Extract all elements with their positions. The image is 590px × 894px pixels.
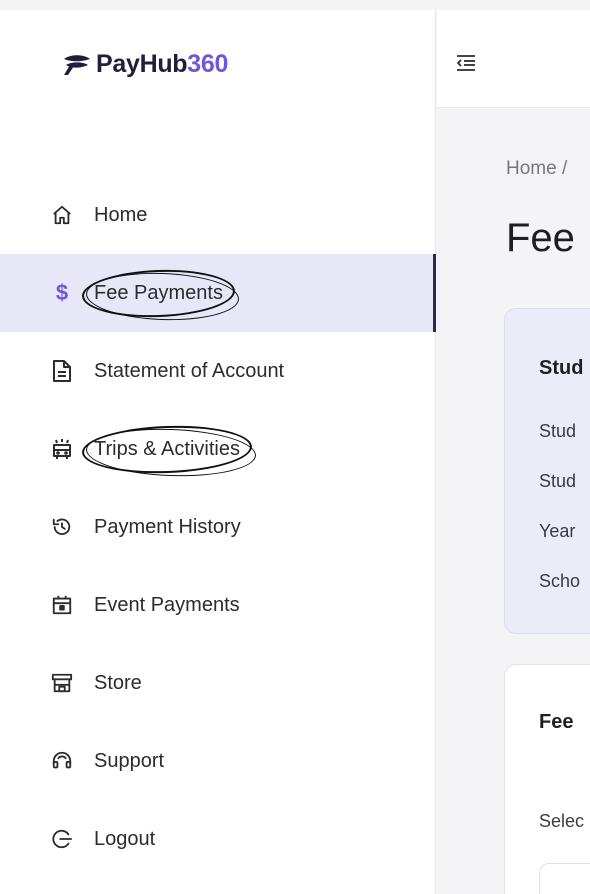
- brand-name: PayHub: [96, 50, 188, 78]
- sidebar-item-statement[interactable]: Statement of Account: [0, 332, 436, 410]
- sidebar-item-support[interactable]: Support: [0, 722, 436, 800]
- fee-select-box[interactable]: [539, 863, 590, 894]
- top-bar: [437, 10, 590, 108]
- payhub-logo-icon: [64, 54, 90, 75]
- menu-collapse-icon[interactable]: [455, 54, 477, 77]
- fee-card-title: Fee: [539, 711, 574, 733]
- student-info-row: Stud: [539, 421, 577, 441]
- brand-logo[interactable]: PayHub 360: [62, 50, 228, 79]
- app-window: PayHub 360 Home $ Fee Payments Statement …: [0, 0, 590, 894]
- store-icon: [50, 671, 74, 695]
- sidebar-item-label: Trips & Activities: [94, 437, 240, 460]
- sidebar-item-label: Statement of Account: [94, 359, 285, 382]
- student-card-title: Stud: [539, 357, 584, 379]
- sidebar-item-trips[interactable]: Trips & Activities: [0, 410, 436, 488]
- sidebar-item-fee-payments[interactable]: $ Fee Payments: [0, 254, 436, 332]
- bus-icon: [50, 437, 74, 461]
- logout-icon: [50, 827, 74, 851]
- student-info-row: Scho: [539, 571, 581, 591]
- history-icon: [50, 515, 74, 539]
- sidebar-item-home[interactable]: Home: [0, 176, 436, 254]
- sidebar-item-store[interactable]: Store: [0, 644, 436, 722]
- sidebar-item-payment-history[interactable]: Payment History: [0, 488, 436, 566]
- breadcrumb[interactable]: Home /: [506, 158, 567, 180]
- fee-card: Fee Selec: [504, 664, 590, 894]
- home-icon: [50, 203, 74, 227]
- sidebar-item-label: Home: [94, 203, 148, 226]
- student-info-card: Stud Stud Stud Year Scho: [504, 308, 590, 634]
- document-icon: [50, 359, 74, 383]
- sidebar-item-label: Support: [94, 749, 165, 772]
- brand-number: 360: [187, 50, 229, 78]
- dollar-icon: $: [55, 280, 69, 305]
- page-title: Fee: [506, 216, 575, 260]
- calendar-icon: [50, 593, 74, 617]
- sidebar: PayHub 360 Home $ Fee Payments Statement …: [0, 10, 436, 894]
- sidebar-item-event-payments[interactable]: Event Payments: [0, 566, 436, 644]
- student-info-row: Stud: [539, 471, 577, 491]
- student-info-row: Year: [539, 521, 576, 541]
- sidebar-item-label: Fee Payments: [94, 281, 223, 304]
- headset-icon: [50, 749, 74, 773]
- sidebar-item-label: Logout: [94, 827, 156, 850]
- select-label: Selec: [539, 811, 585, 831]
- sidebar-item-label: Store: [94, 671, 142, 694]
- sidebar-item-label: Payment History: [94, 515, 241, 538]
- sidebar-nav: Home $ Fee Payments Statement of Account…: [0, 176, 436, 878]
- sidebar-item-label: Event Payments: [94, 593, 240, 616]
- sidebar-item-logout[interactable]: Logout: [0, 800, 436, 878]
